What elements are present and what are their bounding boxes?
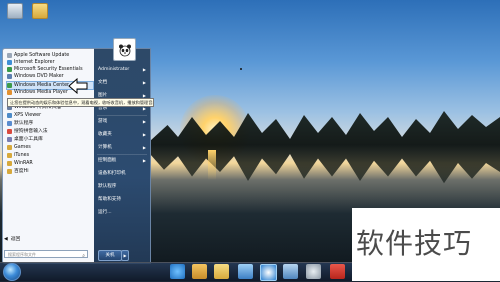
program-icon [7,137,12,142]
folder-icon [7,153,12,158]
back-arrow-icon: ◀ [4,237,8,242]
program-tooltip: 让您在提供动态的娱乐和体验信息中，观看电视，收听收音机，播放和管理音乐，图片，视… [7,98,154,107]
divider [97,154,147,155]
chevron-right-icon: ▶ [142,67,146,72]
folder-item[interactable]: Games [7,144,31,151]
right-item-label: 默认程序 [98,184,117,189]
program-label: 搜狗拼音输入法 [14,129,48,134]
folder-item[interactable]: 百度Hi [7,168,29,175]
divider [97,115,147,116]
folder-icon [7,161,12,166]
right-item-default-programs[interactable]: 默认程序 [98,183,148,190]
chevron-right-icon: ▶ [142,119,146,124]
program-icon [7,90,12,95]
search-icon: ⌕ [82,253,85,259]
program-label: Windows Media Player [14,90,68,95]
program-label: Games [14,145,31,150]
search-placeholder: 搜索程序和文件 [8,252,36,257]
folder-item[interactable]: WinRAR [7,160,33,167]
program-label: 默认程序 [14,121,34,126]
app-red-icon[interactable] [330,264,345,279]
right-item-documents[interactable]: 文档 ▶ [98,79,148,86]
right-item-label: 控制面板 [98,158,117,163]
chevron-right-icon: ▶ [142,145,146,150]
chevron-right-icon: ▶ [142,158,146,163]
chevron-right-icon: ▶ [142,80,146,85]
program-label: iTunes [14,153,30,158]
right-item-label: 游戏 [98,119,108,124]
wallpaper-sun-reflection [208,150,216,180]
back-label: 返回 [10,237,21,242]
app-icon[interactable] [306,264,321,279]
search-input[interactable]: 搜索程序和文件 ⌕ [4,250,88,259]
program-icon [7,67,12,72]
back-button[interactable]: ◀ 返回 [4,236,20,243]
right-item-games[interactable]: 游戏 ▶ [98,118,148,125]
program-item[interactable]: Microsoft Security Essentials [7,66,83,73]
program-icon [7,83,12,88]
program-icon [7,53,12,58]
right-item-label: 计算机 [98,145,112,150]
annotation-arrow-icon [68,78,88,94]
right-item-devices-printers[interactable]: 设备和打印机 [98,170,148,177]
program-label: Windows Media Center [14,83,70,88]
recycle-bin-icon[interactable] [7,3,23,19]
program-label: Internet Explorer [14,60,55,65]
cursor-dot [240,68,242,70]
right-item-run[interactable]: 运行... [98,209,148,216]
sogou-icon[interactable] [260,264,277,281]
right-item-label: 文档 [98,80,108,85]
panda-icon [118,44,131,56]
folder-item[interactable]: iTunes [7,152,29,159]
internet-explorer-icon[interactable] [170,264,185,279]
program-label: WinRAR [14,161,33,166]
right-item-control-panel[interactable]: 控制面板 ▶ [98,157,148,164]
program-label: Apple Software Update [14,53,70,58]
media-player-icon[interactable] [192,264,207,279]
right-item-label: Administrator [98,67,130,72]
right-item-label: 运行... [98,210,112,215]
folder-icon [7,169,12,174]
program-icon [7,129,12,134]
program-icon [7,113,12,118]
start-button-icon[interactable] [3,263,21,281]
shutdown-options-icon[interactable]: ▶ [121,250,129,261]
explorer-folder-icon[interactable] [214,264,229,279]
program-icon [7,121,12,126]
program-item[interactable]: Apple Software Update [7,52,69,59]
chevron-right-icon: ▶ [142,132,146,137]
right-item-label: 收藏夹 [98,132,112,137]
right-item-user[interactable]: Administrator ▶ [98,66,148,73]
program-item[interactable]: 桌面小工具库 [7,136,43,143]
program-label: Microsoft Security Essentials [14,67,83,72]
user-avatar[interactable] [113,38,136,61]
display-icon[interactable] [238,264,253,279]
right-item-help[interactable]: 帮助和支持 [98,196,148,203]
watermark: 软件技巧 [356,227,473,260]
program-item[interactable]: XPS Viewer [7,112,41,119]
program-icon [7,74,12,79]
right-item-favorites[interactable]: 收藏夹 ▶ [98,131,148,138]
program-label: XPS Viewer [14,113,42,118]
shutdown-button[interactable]: 关机 [98,250,122,261]
program-item[interactable]: 默认程序 [7,120,33,127]
network-icon[interactable] [283,264,298,279]
program-item[interactable]: Windows DVD Maker [7,73,64,80]
folder-icon[interactable] [32,3,48,19]
right-item-computer[interactable]: 计算机 ▶ [98,144,148,151]
program-icon [7,60,12,65]
program-item[interactable]: 搜狗拼音输入法 [7,128,48,135]
program-label: 百度Hi [14,169,29,174]
folder-icon [7,145,12,150]
program-label: 桌面小工具库 [14,137,43,142]
right-item-label: 帮助和支持 [98,197,121,202]
program-label: Windows DVD Maker [14,74,64,79]
right-item-label: 设备和打印机 [98,171,126,176]
program-item[interactable]: Internet Explorer [7,59,55,66]
program-item[interactable]: Windows Media Player [7,89,68,96]
